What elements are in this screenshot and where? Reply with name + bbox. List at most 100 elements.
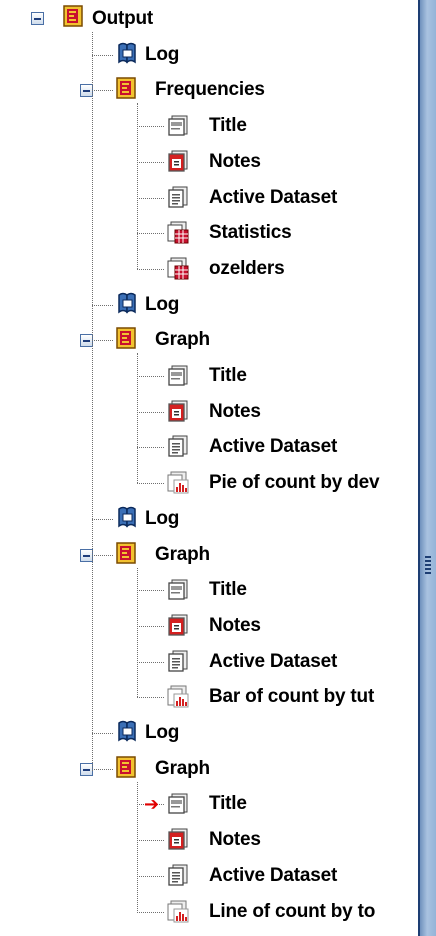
collapse-toggle-icon[interactable] [31, 12, 44, 25]
tree-node-notes[interactable]: Notes [0, 609, 418, 643]
tree-connector [137, 197, 164, 199]
tree-connector [137, 781, 138, 912]
tree-connector [92, 554, 113, 556]
tree-connector [137, 376, 164, 377]
title-icon [166, 790, 190, 816]
current-item-arrow-icon: ➔ [144, 794, 160, 815]
tree-node-log[interactable]: Log [0, 502, 418, 536]
tree-connector [137, 875, 164, 877]
tree-node-label: Title [209, 115, 247, 137]
tree-node-label: Pie of count by dev [209, 472, 380, 494]
notes-icon [166, 826, 190, 852]
procedure-book-icon [115, 541, 139, 567]
title-icon [166, 362, 190, 388]
tree-connector [137, 661, 164, 663]
log-icon [115, 505, 139, 531]
tree-node-label: Log [145, 293, 180, 315]
dataset-icon [166, 862, 190, 888]
tree-node-frequencies[interactable]: Frequencies [0, 73, 418, 107]
tree-node-line-of-count-by-to[interactable]: Line of count by to [0, 895, 418, 929]
tree-node-label: Log [145, 43, 180, 65]
log-icon [115, 719, 139, 745]
tree-node-label: Graph [155, 543, 210, 565]
dataset-icon [166, 648, 190, 674]
tree-connector [92, 518, 113, 520]
procedure-book-icon [115, 326, 139, 352]
tree-connector [137, 233, 164, 235]
tree-connector [92, 32, 93, 771]
tree-node-label: Notes [209, 150, 261, 172]
tree-node-label: Statistics [209, 222, 292, 244]
tree-node-label: Log [145, 722, 180, 743]
tree-node-log[interactable]: Log [0, 716, 418, 750]
tree-node-label: Active Dataset [209, 650, 338, 672]
tree-connector [92, 304, 113, 306]
tree-connector [137, 567, 138, 698]
tree-node-notes[interactable]: Notes [0, 145, 418, 179]
tree-connector [92, 54, 113, 56]
tree-node-active-dataset[interactable]: Active Dataset [0, 181, 418, 215]
tree-node-pie-of-count-by-dev[interactable]: Pie of count by dev [0, 466, 418, 500]
log-icon [115, 41, 139, 67]
tree-connector [137, 103, 138, 269]
procedure-book-icon [115, 755, 139, 781]
tree-node-label: Frequencies [155, 79, 265, 101]
tree-node-graph[interactable]: Graph [0, 538, 418, 572]
splitter-grip-icon[interactable] [425, 556, 431, 574]
tree-node-label: Notes [209, 614, 261, 636]
tree-connector [137, 840, 164, 842]
tree-connector [92, 340, 113, 342]
chart-icon [166, 898, 190, 924]
notes-icon [166, 612, 190, 638]
tree-node-log[interactable]: Log [0, 288, 418, 322]
procedure-book-icon [115, 76, 139, 102]
tree-connector [137, 625, 164, 627]
tree-node-label: Title [209, 793, 247, 815]
table-icon [166, 255, 190, 281]
tree-connector [137, 590, 164, 592]
tree-node-notes[interactable]: Notes [0, 823, 418, 857]
tree-node-title[interactable]: Title [0, 573, 418, 607]
tree-node-label: Bar of count by tut [209, 686, 375, 708]
tree-node-active-dataset[interactable]: Active Dataset [0, 645, 418, 679]
tree-node-output[interactable]: Output [0, 2, 418, 36]
outline-tree: Output Log Frequencies Title Notes Active Dat… [0, 0, 418, 936]
tree-node-title[interactable]: Title [0, 109, 418, 143]
tree-node-label: Line of count by to [209, 900, 376, 922]
tree-node-label: Active Dataset [209, 436, 338, 458]
tree-node-statistics[interactable]: Statistics [0, 216, 418, 250]
pane-splitter[interactable] [418, 0, 436, 936]
tree-node-label: Notes [209, 400, 261, 422]
notes-icon [166, 148, 190, 174]
tree-connector [137, 411, 164, 413]
tree-node-title[interactable]: Title [0, 359, 418, 393]
tree-connector [137, 268, 164, 270]
tree-node-label: Graph [155, 757, 210, 779]
tree-node-label: Notes [209, 829, 261, 851]
tree-node-active-dataset[interactable]: Active Dataset [0, 859, 418, 893]
tree-node-graph[interactable]: Graph [0, 323, 418, 357]
tree-node-title[interactable]: ➔ Title [0, 787, 418, 821]
tree-node-label: Title [209, 365, 247, 386]
output-book-icon [62, 4, 86, 30]
log-icon [115, 291, 139, 317]
dataset-icon [166, 433, 190, 459]
table-icon [166, 219, 190, 245]
tree-connector [92, 768, 113, 770]
tree-connector [137, 447, 164, 449]
tree-node-ozelders[interactable]: ozelders [0, 252, 418, 286]
tree-node-label: Output [92, 8, 154, 29]
tree-node-label: Active Dataset [209, 186, 338, 208]
tree-connector [137, 126, 164, 128]
chart-icon [166, 683, 190, 709]
tree-node-label: ozelders [209, 257, 285, 279]
tree-node-graph[interactable]: Graph [0, 752, 418, 786]
tree-node-label: Log [145, 507, 180, 529]
tree-node-active-dataset[interactable]: Active Dataset [0, 430, 418, 464]
tree-node-label: Active Dataset [209, 864, 338, 886]
tree-connector [137, 911, 164, 913]
tree-node-notes[interactable]: Notes [0, 395, 418, 429]
tree-node-log[interactable]: Log [0, 38, 418, 72]
tree-connector [92, 90, 113, 92]
tree-node-bar-of-count-by-tut[interactable]: Bar of count by tut [0, 680, 418, 714]
